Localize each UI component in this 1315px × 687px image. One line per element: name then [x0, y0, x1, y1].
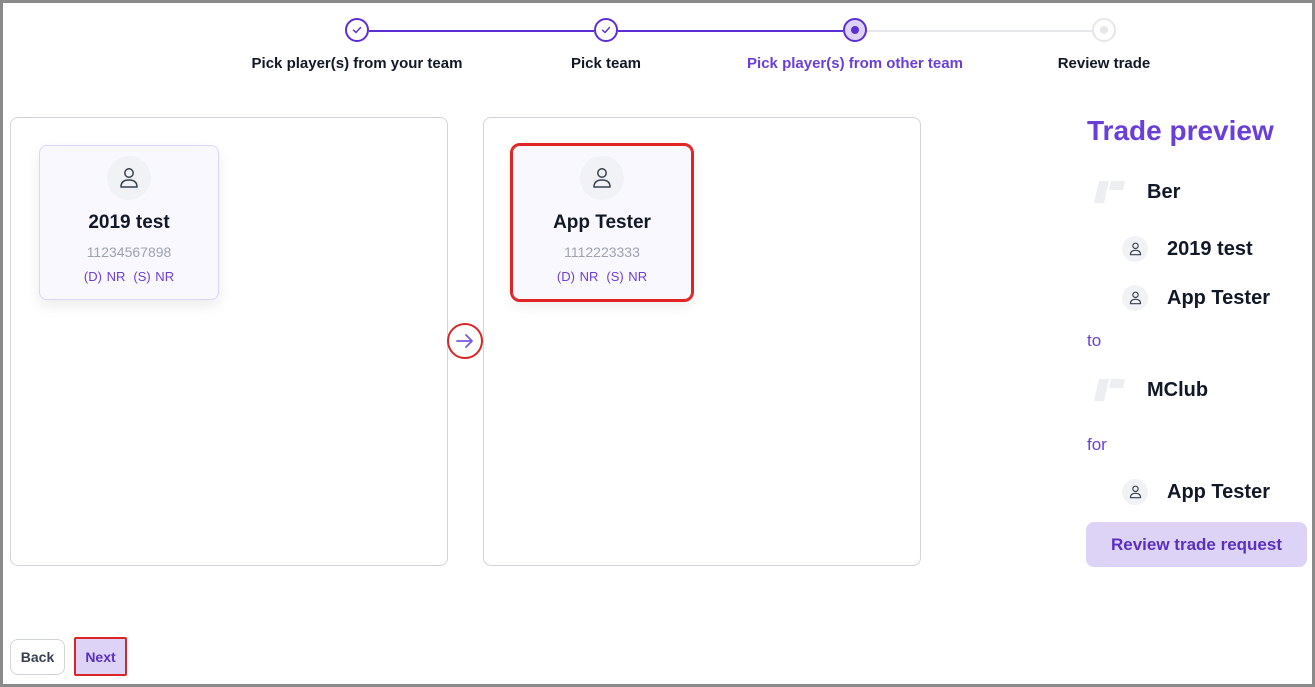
from-team-row: Ber — [1093, 180, 1180, 204]
user-icon — [1122, 236, 1148, 262]
step-3-label: Pick player(s) from other team — [747, 55, 963, 72]
rating-doubles: (D) NR — [83, 269, 126, 284]
trade-preview-title: Trade preview — [1087, 115, 1274, 146]
step-connector-2 — [618, 30, 843, 32]
receiving-player-name: App Tester — [1167, 480, 1270, 503]
player-name: App Tester — [553, 212, 651, 233]
rating-doubles: (D) NR — [556, 269, 599, 284]
player-card[interactable]: App Tester 1112223333 (D) NR (S) NR — [510, 143, 694, 302]
receiving-player: App Tester — [1122, 479, 1270, 505]
other-team-players-panel: App Tester 1112223333 (D) NR (S) NR — [483, 117, 921, 566]
for-label: for — [1087, 435, 1107, 454]
step-1-label: Pick player(s) from your team — [251, 55, 463, 72]
player-id: 11234567898 — [86, 244, 172, 260]
player-name: 2019 test — [88, 212, 170, 233]
rating-singles: (S) NR — [606, 269, 648, 284]
to-team-row: MClub — [1093, 378, 1208, 402]
rating-singles: (S) NR — [133, 269, 175, 284]
giving-player: App Tester — [1122, 285, 1270, 311]
step-connector-1 — [369, 30, 594, 32]
step-4-label: Review trade — [1057, 55, 1151, 72]
step-2-label: Pick team — [570, 55, 642, 72]
user-icon — [1122, 479, 1148, 505]
user-icon — [1122, 285, 1148, 311]
team-logo-icon — [1094, 379, 1125, 401]
to-team-name: MClub — [1147, 378, 1209, 401]
step-2-check-icon — [594, 18, 618, 42]
step-connector-3 — [867, 30, 1092, 32]
player-ratings: (D) NR (S) NR — [40, 269, 218, 284]
user-icon — [580, 156, 624, 200]
back-button[interactable]: Back — [10, 639, 65, 675]
trade-preview: Trade preview — [1086, 115, 1311, 147]
next-button[interactable]: Next — [74, 637, 127, 676]
giving-player: 2019 test — [1122, 236, 1253, 262]
step-3-current-icon — [843, 18, 867, 42]
transfer-arrow-button[interactable] — [447, 323, 483, 359]
progress-stepper: Pick player(s) from your team Pick team … — [0, 0, 1315, 90]
from-team-name: Ber — [1147, 180, 1181, 203]
your-team-players-panel: 2019 test 11234567898 (D) NR (S) NR — [10, 117, 448, 566]
team-logo-icon — [1094, 181, 1125, 203]
step-1-check-icon — [345, 18, 369, 42]
to-label: to — [1087, 331, 1102, 350]
player-ratings: (D) NR (S) NR — [513, 269, 691, 284]
review-trade-request-button[interactable]: Review trade request — [1086, 522, 1307, 567]
giving-player-name: App Tester — [1167, 286, 1270, 309]
step-4-pending-icon — [1092, 18, 1116, 42]
giving-player-name: 2019 test — [1167, 237, 1253, 260]
player-card[interactable]: 2019 test 11234567898 (D) NR (S) NR — [39, 145, 219, 300]
user-icon — [107, 156, 151, 200]
arrow-right-icon — [456, 334, 473, 348]
player-id: 1112223333 — [564, 244, 640, 260]
